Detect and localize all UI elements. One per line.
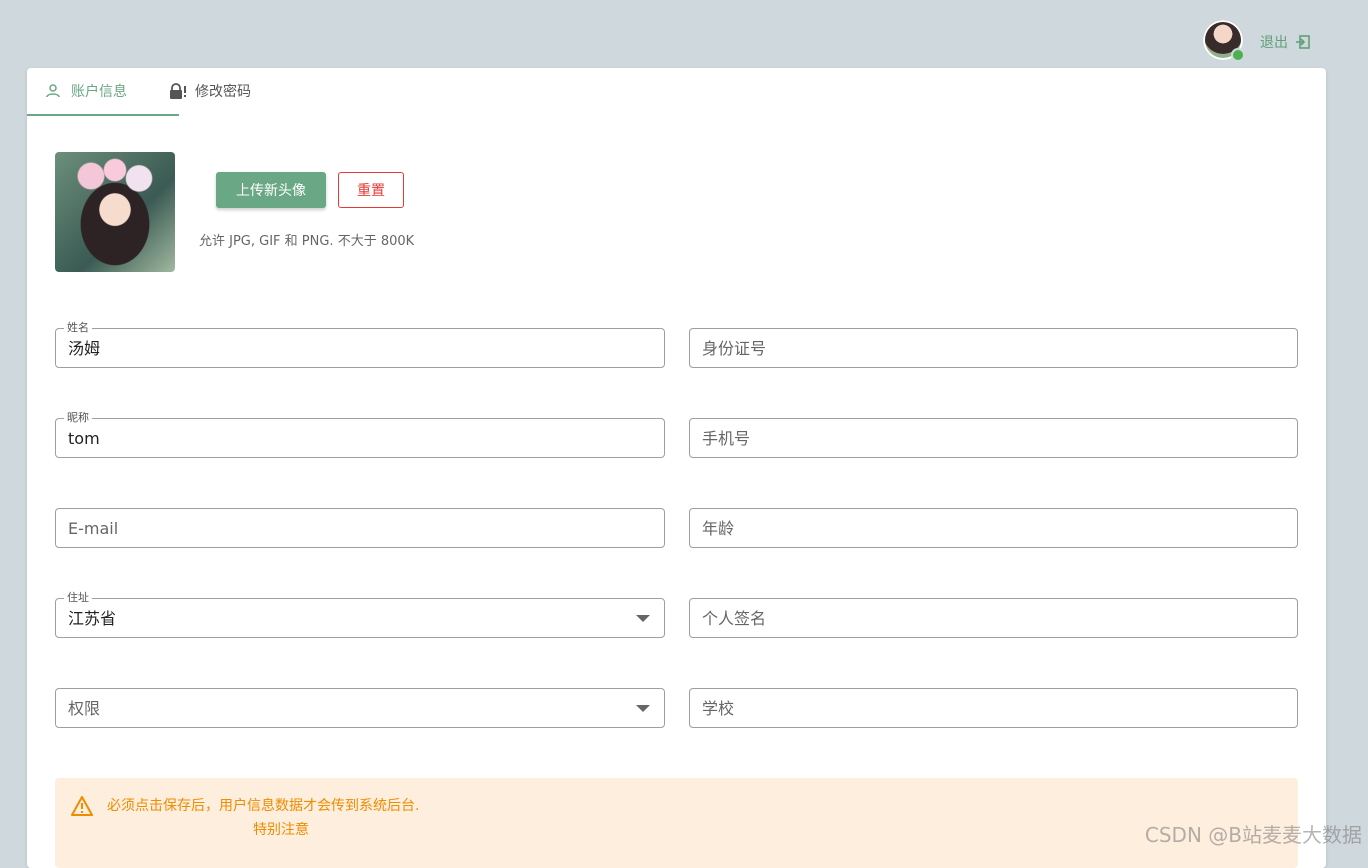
address-select[interactable]: 住址 江苏省 xyxy=(55,591,665,638)
lock-icon xyxy=(169,83,186,99)
signature-field[interactable] xyxy=(689,598,1298,638)
reset-button[interactable]: 重置 xyxy=(338,172,404,208)
permission-select[interactable]: 权限 xyxy=(55,688,665,728)
age-input[interactable] xyxy=(690,509,1297,547)
nickname-field[interactable]: 昵称 tom xyxy=(55,411,665,458)
upload-avatar-button[interactable]: 上传新头像 xyxy=(216,172,326,208)
account-card: 账户信息 修改密码 上传新头像 重置 允许 JPG, GIF 和 PNG. 不大… xyxy=(27,68,1326,868)
address-value: 江苏省 xyxy=(68,609,117,628)
alert-message: 必须点击保存后，用户信息数据才会传到系统后台. xyxy=(107,798,420,814)
tab-label: 账户信息 xyxy=(71,84,127,100)
address-label: 住址 xyxy=(64,591,92,605)
logout-icon xyxy=(1296,35,1310,49)
warning-alert: 必须点击保存后，用户信息数据才会传到系统后台. 特别注意 xyxy=(55,778,1298,868)
nickname-label: 昵称 xyxy=(64,411,92,425)
id-card-field[interactable] xyxy=(689,328,1298,368)
email-field[interactable] xyxy=(55,508,665,548)
tab-label: 修改密码 xyxy=(195,84,251,100)
signature-input[interactable] xyxy=(690,599,1297,637)
phone-input[interactable] xyxy=(690,419,1297,457)
online-status-dot xyxy=(1231,48,1245,62)
warning-icon xyxy=(71,796,93,816)
alert-note: 特别注意 xyxy=(253,822,309,838)
profile-photo xyxy=(55,152,175,272)
logout-button[interactable]: 退出 xyxy=(1260,32,1310,52)
chevron-down-icon[interactable] xyxy=(636,615,650,622)
name-label: 姓名 xyxy=(64,321,92,335)
watermark-text: CSDN @B站麦麦大数据 xyxy=(1144,823,1362,847)
top-bar: 退出 xyxy=(0,0,1368,68)
nickname-value: tom xyxy=(68,429,100,448)
id-card-input[interactable] xyxy=(690,329,1297,367)
permission-placeholder: 权限 xyxy=(68,699,101,718)
tab-bar: 账户信息 修改密码 xyxy=(27,68,1326,116)
phone-field[interactable] xyxy=(689,418,1298,458)
user-icon xyxy=(45,83,61,99)
school-input[interactable] xyxy=(690,689,1297,727)
chevron-down-icon[interactable] xyxy=(636,705,650,712)
email-input[interactable] xyxy=(56,509,664,547)
tab-change-password[interactable]: 修改密码 xyxy=(151,68,317,114)
name-value: 汤姆 xyxy=(68,339,101,358)
age-field[interactable] xyxy=(689,508,1298,548)
school-field[interactable] xyxy=(689,688,1298,728)
name-field[interactable]: 姓名 汤姆 xyxy=(55,321,665,368)
logout-label: 退出 xyxy=(1260,35,1288,51)
upload-hint: 允许 JPG, GIF 和 PNG. 不大于 800K xyxy=(199,234,415,249)
